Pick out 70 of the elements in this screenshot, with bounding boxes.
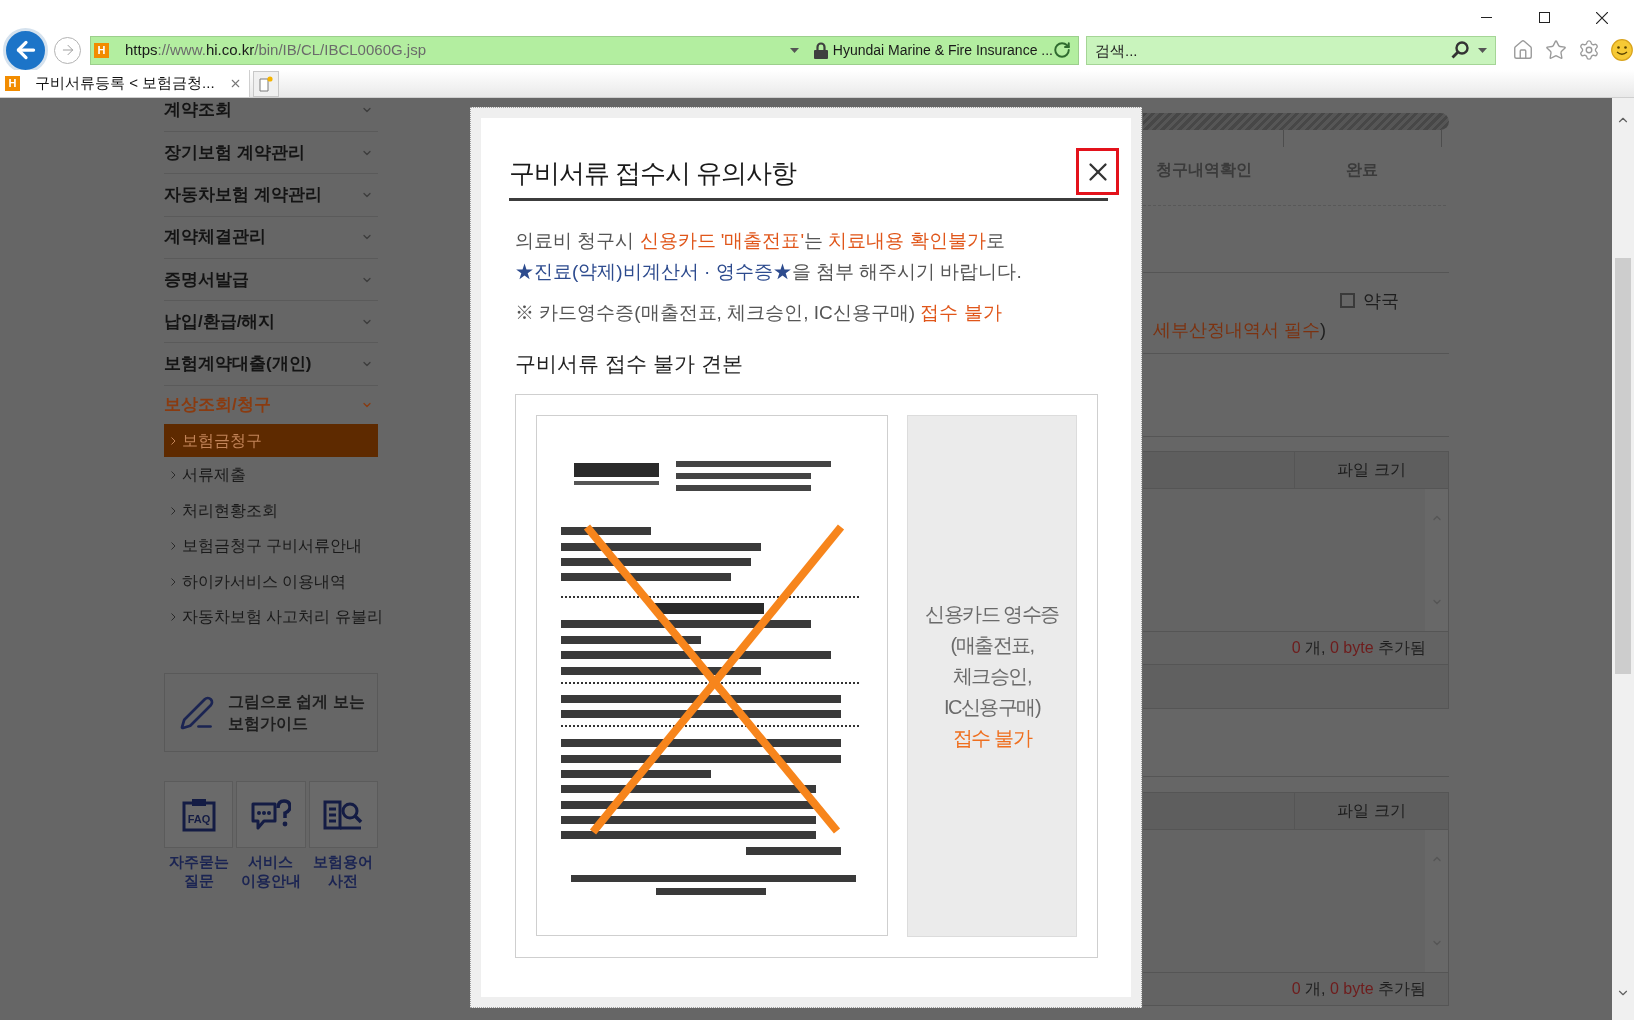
url-text[interactable]: https://www.hi.co.kr/bin/IB/CL/IBCL0060G.jsp — [125, 38, 426, 62]
sidebar-submenu-item[interactable]: 하이카서비스 이용내역 — [164, 563, 378, 600]
sidebar-menu-item[interactable]: 보험계약대출(개인) — [164, 343, 378, 386]
lock-icon[interactable] — [813, 41, 828, 59]
settings-button[interactable] — [1578, 39, 1600, 61]
modal-title: 구비서류 접수시 유의사항 — [509, 157, 797, 189]
claim-notice-text: 의료비 청구시 신용카드 '매출전표'는 치료내용 확인불가로 ★진료(약제)비계산서 · 영수증★을 첨부 해주시기 바랍니다. — [515, 229, 1023, 284]
sample-heading: 구비서류 접수 불가 견본 — [515, 351, 744, 377]
site-identity-button[interactable]: Hyundai Marine & Fire Insurance ... — [832, 39, 1053, 61]
quick-link-button[interactable]: FAQ — [164, 781, 234, 849]
refresh-icon[interactable] — [1053, 41, 1071, 59]
home-icon — [1512, 39, 1534, 61]
chevron-right-icon — [171, 471, 176, 480]
sidebar-submenu-item[interactable]: 처리현황조회 — [164, 492, 378, 529]
document-magnifier-icon — [323, 798, 364, 831]
checkbox-label[interactable]: 약국 — [1363, 291, 1399, 310]
maximize-icon — [1538, 12, 1550, 23]
minimize-icon — [1480, 17, 1492, 18]
column-header: 파일 크기 — [1337, 459, 1406, 480]
chevron-right-icon — [171, 542, 176, 551]
feedback-button[interactable] — [1611, 39, 1633, 61]
sidebar-menu-item[interactable]: 자동차보험 계약관리 — [164, 174, 378, 217]
dropdown-caret-icon — [1478, 47, 1487, 53]
sidebar-menu-item[interactable]: 증명서발급 — [164, 258, 378, 302]
close-icon — [1596, 11, 1608, 24]
sidebar-menu-item[interactable]: 계약조회 — [164, 98, 378, 132]
pencil-icon — [179, 694, 215, 731]
quick-link-label[interactable]: 보험용어 사전 — [313, 851, 374, 890]
home-button[interactable] — [1512, 39, 1534, 61]
quick-link-button[interactable] — [308, 781, 378, 849]
chevron-right-icon — [171, 613, 176, 622]
address-bar[interactable]: H https://www.hi.co.kr/bin/IB/CL/IBCL0060G.jsp Hyundai Marine & Fire Insurance ... — [90, 35, 1079, 65]
sidebar-menu-item[interactable]: 계약체결관리 — [164, 216, 378, 259]
close-tab-icon[interactable] — [229, 77, 242, 90]
checkbox[interactable] — [1340, 293, 1355, 308]
forward-button[interactable] — [54, 36, 81, 64]
speech-bubble-question-icon — [251, 798, 291, 831]
chevron-right-icon — [171, 436, 176, 445]
chevron-right-icon — [171, 577, 176, 586]
favorites-button[interactable] — [1545, 39, 1567, 61]
back-button[interactable] — [3, 27, 48, 73]
new-tab-button[interactable] — [253, 70, 279, 97]
new-page-icon — [259, 75, 273, 92]
sidebar-submenu-item[interactable]: 서류제출 — [164, 457, 378, 493]
sample-caption: 신용카드 영수증 (매출전표, 체크승인, IC신용구매) 접수 불가 — [925, 601, 1059, 751]
star-icon — [1545, 39, 1567, 61]
sidebar-submenu-item[interactable]: 보험금청구 구비서류안내 — [164, 528, 378, 564]
sidebar-menu-item[interactable]: 납입/환급/해지 — [164, 301, 378, 344]
quick-link-label[interactable]: 서비스 이용안내 — [241, 851, 301, 890]
file-count-summary: 0 개, 0 byte 추가됨 — [1291, 637, 1426, 658]
card-receipt-note: ※ 카드영수증(매출전표, 체크승인, IC신용구매) 접수 불가 — [515, 301, 1003, 325]
search-icon[interactable] — [1451, 40, 1469, 59]
column-header: 파일 크기 — [1337, 800, 1406, 821]
site-favicon-icon: H — [5, 76, 20, 91]
quick-link-button[interactable] — [236, 781, 306, 849]
sidebar-menu-item[interactable]: 장기보험 계약관리 — [164, 132, 378, 175]
requirement-note: 세부산정내역서 필수) — [1153, 318, 1326, 342]
search-field[interactable]: 검색... — [1086, 35, 1496, 65]
close-button[interactable] — [1076, 148, 1119, 195]
file-count-summary: 0 개, 0 byte 추가됨 — [1291, 978, 1426, 999]
guide-banner-button[interactable]: 그림으로 쉽게 보는 보험가이드 — [164, 673, 378, 753]
site-favicon-icon: H — [94, 42, 109, 58]
smiley-icon — [1611, 39, 1633, 61]
chevron-right-icon — [171, 506, 176, 515]
quick-link-label[interactable]: 자주묻는 질문 — [168, 851, 229, 890]
browser-tab[interactable]: H 구비서류등록 < 보험금청... — [0, 70, 250, 97]
dropdown-caret-icon — [789, 47, 799, 53]
settings-icon — [1578, 39, 1600, 61]
sidebar-submenu-item[interactable]: 보험금청구 — [164, 424, 378, 458]
scrollbar-thumb[interactable] — [1615, 258, 1631, 674]
